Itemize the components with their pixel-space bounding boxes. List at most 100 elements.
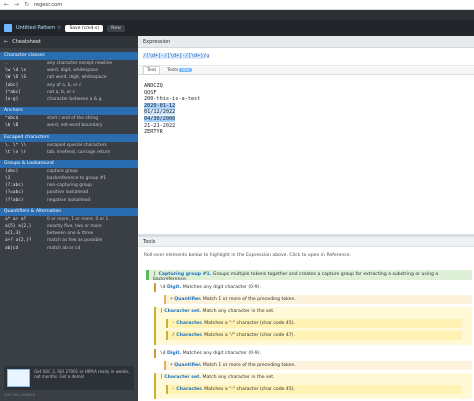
- back-arrow-icon[interactable]: ←: [4, 39, 8, 45]
- token-desc: match as few as possible: [47, 238, 103, 244]
- tools-hint: Roll-over elements below to highlight in…: [144, 253, 352, 258]
- cheatsheet-row[interactable]: a{5} a{2,} exactly five, two or more: [0, 223, 138, 230]
- text-line: ZERTYR: [144, 129, 163, 136]
- token-desc: non-capturing group: [47, 183, 92, 189]
- character-explain[interactable]: - Character. Matches a "-" character (ch…: [166, 319, 462, 328]
- section-groups-lookaround: Groups & Lookaround: [0, 159, 138, 168]
- cheatsheet-row[interactable]: ab|cd match ab or cd: [0, 245, 138, 252]
- tab-text[interactable]: Text: [143, 66, 161, 75]
- explain-desc: Matches a "-" character (char code 45).: [204, 321, 296, 326]
- text-line: ANDCZQ: [144, 83, 163, 89]
- explain-label: Character set.: [164, 375, 202, 380]
- sidebar-header: ← Cheatsheet: [0, 36, 138, 48]
- cheatsheet-row[interactable]: a+? a{2,}? match as few as possible: [0, 237, 138, 244]
- match-highlight[interactable]: 2020-01-12: [144, 102, 176, 109]
- token-desc: not a, b, or c: [47, 89, 75, 95]
- token-desc: not word, digit, whitespace: [47, 75, 107, 81]
- cheatsheet-row[interactable]: (?=abc) positive lookahead: [0, 189, 138, 196]
- explain-label: Digit.: [167, 351, 182, 356]
- explain-desc: Match any character in the set.: [202, 309, 275, 314]
- explain-label: Digit.: [167, 285, 182, 290]
- cheatsheet-row[interactable]: [a-g] character between a & g: [0, 96, 138, 103]
- explain-token: [: [160, 309, 163, 314]
- ad-image[interactable]: [7, 369, 31, 387]
- token-desc: capture group: [47, 168, 78, 174]
- character-explain[interactable]: / Character. Matches a "/" character (ch…: [166, 331, 462, 340]
- token: a+? a{2,}?: [5, 238, 32, 244]
- back-icon[interactable]: ←: [4, 1, 9, 8]
- explain-desc: Matches any digit character (0-9).: [182, 285, 261, 290]
- sponsor-ad[interactable]: Get SOC 2, ISO 27001 or HIPAA ready in w…: [4, 366, 134, 390]
- cheatsheet-row[interactable]: ^abc$ start / end of the string: [0, 115, 138, 122]
- capturing-group-explain[interactable]: ( Capturing group #1. Groups multiple to…: [146, 270, 472, 282]
- token: a* a+ a?: [5, 216, 27, 222]
- explain-token: +: [170, 363, 173, 368]
- cheatsheet-row[interactable]: \w \d \s word, digit, whitespace: [0, 67, 138, 74]
- character-set-explain[interactable]: [ Character set. Match any character in …: [154, 307, 472, 345]
- explain-token: -: [172, 321, 175, 326]
- cheatsheet-row[interactable]: \W \D \S not word, digit, whitespace: [0, 74, 138, 81]
- test-text-area[interactable]: ANDCZQ QQSF 200-this-is-a-test 2020-01-1…: [138, 75, 474, 144]
- explain-label: Quantifier.: [174, 363, 202, 368]
- token: \W \D \S: [5, 75, 27, 81]
- cheatsheet-sidebar: ← Cheatsheet Character classes . any char…: [0, 36, 138, 401]
- explain-desc: Matches a "/" character (char code 47).: [204, 333, 295, 338]
- character-explain[interactable]: - Character. Matches a "-" character (ch…: [166, 385, 462, 394]
- section-quantifiers-alternation: Quantifiers & Alternation: [0, 207, 138, 216]
- tab-tests[interactable]: Tests NEW: [164, 67, 195, 74]
- cheatsheet-row[interactable]: \. \* \\ escaped special characters: [0, 142, 138, 149]
- reload-icon[interactable]: ↻: [24, 1, 29, 8]
- cheatsheet-row[interactable]: [abc] any of a, b, or c: [0, 82, 138, 89]
- explain-token: +: [170, 297, 173, 302]
- explain-desc: Match 1 or more of the preceding token.: [202, 363, 296, 368]
- cheatsheet-row[interactable]: (?:abc) non-capturing group: [0, 182, 138, 189]
- digit-explain[interactable]: \d Digit. Matches any digit character (0…: [154, 349, 472, 358]
- cheatsheet-row[interactable]: \b \B word, not-word boundary: [0, 122, 138, 129]
- section-character-classes: Character classes: [0, 52, 138, 60]
- section-anchors: Anchors: [0, 107, 138, 116]
- match-highlight[interactable]: 04/30/2000: [144, 115, 176, 122]
- regexr-logo[interactable]: [4, 24, 12, 32]
- token: [abc]: [5, 82, 19, 88]
- explain-token: -: [172, 387, 175, 392]
- token: (?!abc): [5, 197, 24, 203]
- cheatsheet-row[interactable]: . any character except newline: [0, 60, 138, 67]
- ad-text[interactable]: Get SOC 2, ISO 27001 or HIPAA ready in w…: [34, 369, 131, 387]
- new-button[interactable]: New: [107, 24, 125, 32]
- cheatsheet-row[interactable]: \1 backreference to group #1: [0, 175, 138, 182]
- token-desc: start / end of the string: [47, 116, 98, 122]
- save-button[interactable]: Save (cmd-s): [65, 24, 104, 32]
- token-desc: exactly five, two or more: [47, 224, 102, 229]
- expression-flags[interactable]: g: [206, 53, 209, 59]
- digit-explain[interactable]: \d Digit. Matches any digit character (0…: [154, 283, 472, 292]
- section-escaped-characters: Escaped characters: [0, 133, 138, 142]
- app-header: Untitled Pattern ☆ Save (cmd-s) New: [0, 20, 474, 36]
- quantifier-explain[interactable]: + Quantifier. Match 1 or more of the pre…: [164, 361, 472, 370]
- ad-footer[interactable]: ADS VIA CARBON: [4, 393, 35, 397]
- match-highlight[interactable]: 01/12/2022: [144, 109, 176, 116]
- forward-icon[interactable]: →: [14, 1, 19, 8]
- expression-input[interactable]: /(\d+[-/]\d+[-/]\d+)/g: [138, 48, 474, 66]
- explain-label: Character.: [176, 387, 203, 392]
- text-line: 200-this-is-a-test: [144, 96, 201, 103]
- token: (?:abc): [5, 183, 24, 189]
- cheatsheet-row[interactable]: \t \n \r tab, linefeed, carriage return: [0, 149, 138, 156]
- token-desc: tab, linefeed, carriage return: [47, 149, 111, 155]
- cheatsheet-row[interactable]: [^abc] not a, b, or c: [0, 89, 138, 96]
- new-badge: NEW: [179, 68, 192, 72]
- tab-tests-label: Tests: [167, 68, 179, 73]
- cheatsheet-row[interactable]: a* a+ a? 0 or more, 1 or more, 0 or 1: [0, 216, 138, 223]
- tools-title: Tools: [138, 237, 474, 247]
- pattern-title[interactable]: Untitled Pattern ☆: [16, 25, 61, 31]
- explain-desc: Matches a "-" character (char code 45).: [204, 387, 296, 392]
- token: ^abc$: [5, 116, 19, 122]
- cheatsheet-row[interactable]: (abc) capture group: [0, 168, 138, 175]
- cheatsheet-row[interactable]: a{1,3} between one & three: [0, 230, 138, 237]
- character-set-explain[interactable]: [ Character set. Match any character in …: [154, 373, 472, 399]
- token-desc: word, digit, whitespace: [47, 68, 99, 74]
- quantifier-explain[interactable]: + Quantifier. Match 1 or more of the pre…: [164, 295, 472, 304]
- cheatsheet-row[interactable]: (?!abc) negative lookahead: [0, 197, 138, 204]
- expression-pattern[interactable]: /(\d+[-/]\d+[-/]\d+)/: [143, 53, 207, 59]
- token-desc: any of a, b, or c: [47, 82, 82, 88]
- address-bar[interactable]: regexr.com: [34, 2, 62, 8]
